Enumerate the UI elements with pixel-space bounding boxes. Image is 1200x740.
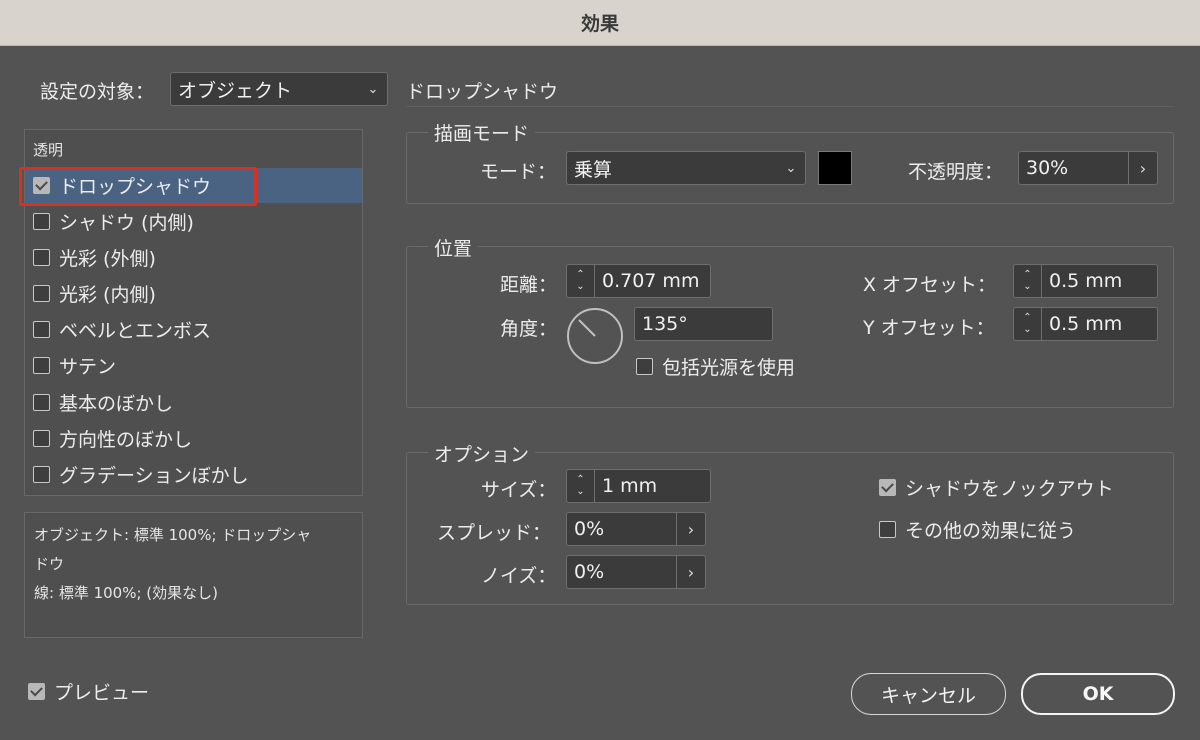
cancel-button[interactable]: キャンセル <box>851 673 1006 715</box>
effect-item-label: 方向性のぼかし <box>59 429 193 451</box>
knockout-row[interactable]: シャドウをノックアウト <box>879 474 1114 501</box>
effect-item-label: 光彩 (内側) <box>59 284 156 306</box>
stepper-icon[interactable]: ⌃ ⌄ <box>1013 307 1041 341</box>
shadow-color-swatch[interactable] <box>818 151 852 185</box>
opacity-combo[interactable]: 30% › <box>1018 151 1158 185</box>
knockout-label: シャドウをノックアウト <box>905 478 1114 500</box>
effects-list: 透明 ドロップシャドウ シャドウ (内側) 光彩 (外側) 光彩 (内側) ベベ… <box>19 129 363 496</box>
spread-label: スプレッド： <box>437 522 552 544</box>
global-light-row[interactable]: 包括光源を使用 <box>636 353 795 380</box>
stepper-icon[interactable]: ⌃ ⌄ <box>1013 264 1041 298</box>
noise-combo[interactable]: 0% › <box>566 555 706 589</box>
options-group-title: オプション <box>428 440 536 467</box>
spread-combo[interactable]: 0% › <box>566 512 706 546</box>
size-stepper[interactable]: ⌃ ⌄ 1 mm <box>566 469 711 503</box>
summary-line: ドウ <box>34 555 65 573</box>
angle-dial-needle <box>578 319 596 337</box>
opacity-input[interactable]: 30% <box>1018 151 1129 185</box>
effect-item-satin[interactable]: サテン <box>25 348 362 383</box>
angle-dial-icon[interactable] <box>567 308 623 364</box>
chevron-right-icon[interactable]: › <box>677 512 706 546</box>
noise-label: ノイズ： <box>481 565 557 587</box>
effect-item-label: 光彩 (外側) <box>59 248 156 270</box>
chevron-right-icon[interactable]: › <box>1129 151 1158 185</box>
spread-input[interactable]: 0% <box>566 512 677 546</box>
target-select[interactable]: オブジェクト ⌄ <box>170 72 388 106</box>
chevron-right-icon[interactable]: › <box>677 555 706 589</box>
checkbox[interactable] <box>33 321 50 338</box>
x-offset-label: X オフセット： <box>863 274 997 296</box>
selection-highlight <box>19 167 257 206</box>
mode-label: モード： <box>480 161 557 183</box>
chevron-down-icon: ⌄ <box>785 160 797 176</box>
effect-item-bevel-emboss[interactable]: ベベルとエンボス <box>25 312 362 347</box>
header-divider <box>406 106 1174 107</box>
distance-input[interactable]: 0.707 mm <box>594 264 711 298</box>
mode-select[interactable]: 乗算 ⌄ <box>566 151 806 185</box>
global-light-checkbox[interactable] <box>636 358 653 375</box>
checkbox[interactable] <box>33 213 50 230</box>
checkbox[interactable] <box>33 357 50 374</box>
effect-item-basic-feather[interactable]: 基本のぼかし <box>25 385 362 420</box>
preview-checkbox[interactable] <box>28 683 45 700</box>
chevron-down-icon: ⌄ <box>367 81 379 97</box>
effect-item-gradient-feather[interactable]: グラデーションぼかし <box>25 457 362 492</box>
distance-label: 距離： <box>500 274 558 296</box>
window-title: 効果 <box>580 13 619 35</box>
effects-summary: オブジェクト: 標準 100%; ドロップシャ ドウ 線: 標準 100%; (… <box>24 512 363 638</box>
list-heading: 透明 <box>33 141 64 159</box>
effect-item-label: ベベルとエンボス <box>59 320 212 342</box>
checkbox[interactable] <box>33 249 50 266</box>
honor-effects-label: その他の効果に従う <box>905 520 1077 542</box>
summary-line: 線: 標準 100%; (効果なし) <box>34 584 218 602</box>
distance-stepper[interactable]: ⌃ ⌄ 0.707 mm <box>566 264 711 298</box>
stepper-icon[interactable]: ⌃ ⌄ <box>566 469 594 503</box>
global-light-label: 包括光源を使用 <box>662 357 796 379</box>
effect-item-label: シャドウ (内側) <box>59 212 194 234</box>
mode-select-value: 乗算 <box>574 158 613 181</box>
opacity-label: 不透明度： <box>908 161 1004 183</box>
section-title: ドロップシャドウ <box>406 81 559 103</box>
y-offset-label: Y オフセット： <box>863 317 995 339</box>
target-label: 設定の対象： <box>40 81 155 103</box>
checkbox[interactable] <box>33 430 50 447</box>
effect-item-label: グラデーションぼかし <box>59 465 249 487</box>
x-offset-stepper[interactable]: ⌃ ⌄ 0.5 mm <box>1013 264 1158 298</box>
honor-effects-checkbox[interactable] <box>879 521 896 538</box>
y-offset-input[interactable]: 0.5 mm <box>1041 307 1158 341</box>
size-input[interactable]: 1 mm <box>594 469 711 503</box>
preview-label: プレビュー <box>54 682 150 704</box>
y-offset-stepper[interactable]: ⌃ ⌄ 0.5 mm <box>1013 307 1158 341</box>
checkbox[interactable] <box>33 285 50 302</box>
stepper-icon[interactable]: ⌃ ⌄ <box>566 264 594 298</box>
ok-button[interactable]: OK <box>1021 673 1175 715</box>
x-offset-input[interactable]: 0.5 mm <box>1041 264 1158 298</box>
angle-input[interactable]: 135° <box>634 307 773 341</box>
preview-row[interactable]: プレビュー <box>28 678 149 705</box>
blend-group-title: 描画モード <box>428 119 536 146</box>
size-label: サイズ： <box>481 479 557 501</box>
effect-item-inner-glow[interactable]: 光彩 (内側) <box>25 276 362 311</box>
effect-item-label: サテン <box>59 356 117 378</box>
effect-item-label: 基本のぼかし <box>59 393 174 415</box>
effect-item-outer-glow[interactable]: 光彩 (外側) <box>25 240 362 275</box>
honor-effects-row[interactable]: その他の効果に従う <box>879 516 1076 543</box>
summary-line: オブジェクト: 標準 100%; ドロップシャ <box>34 526 312 544</box>
knockout-checkbox[interactable] <box>879 479 896 496</box>
angle-label: 角度： <box>500 318 558 340</box>
target-select-value: オブジェクト <box>178 79 293 102</box>
position-group-title: 位置 <box>428 234 479 261</box>
noise-input[interactable]: 0% <box>566 555 677 589</box>
title-bar: 効果 <box>0 0 1200 46</box>
effect-item-directional-feather[interactable]: 方向性のぼかし <box>25 421 362 456</box>
checkbox[interactable] <box>33 394 50 411</box>
checkbox[interactable] <box>33 466 50 483</box>
effect-item-inner-shadow[interactable]: シャドウ (内側) <box>25 204 362 239</box>
